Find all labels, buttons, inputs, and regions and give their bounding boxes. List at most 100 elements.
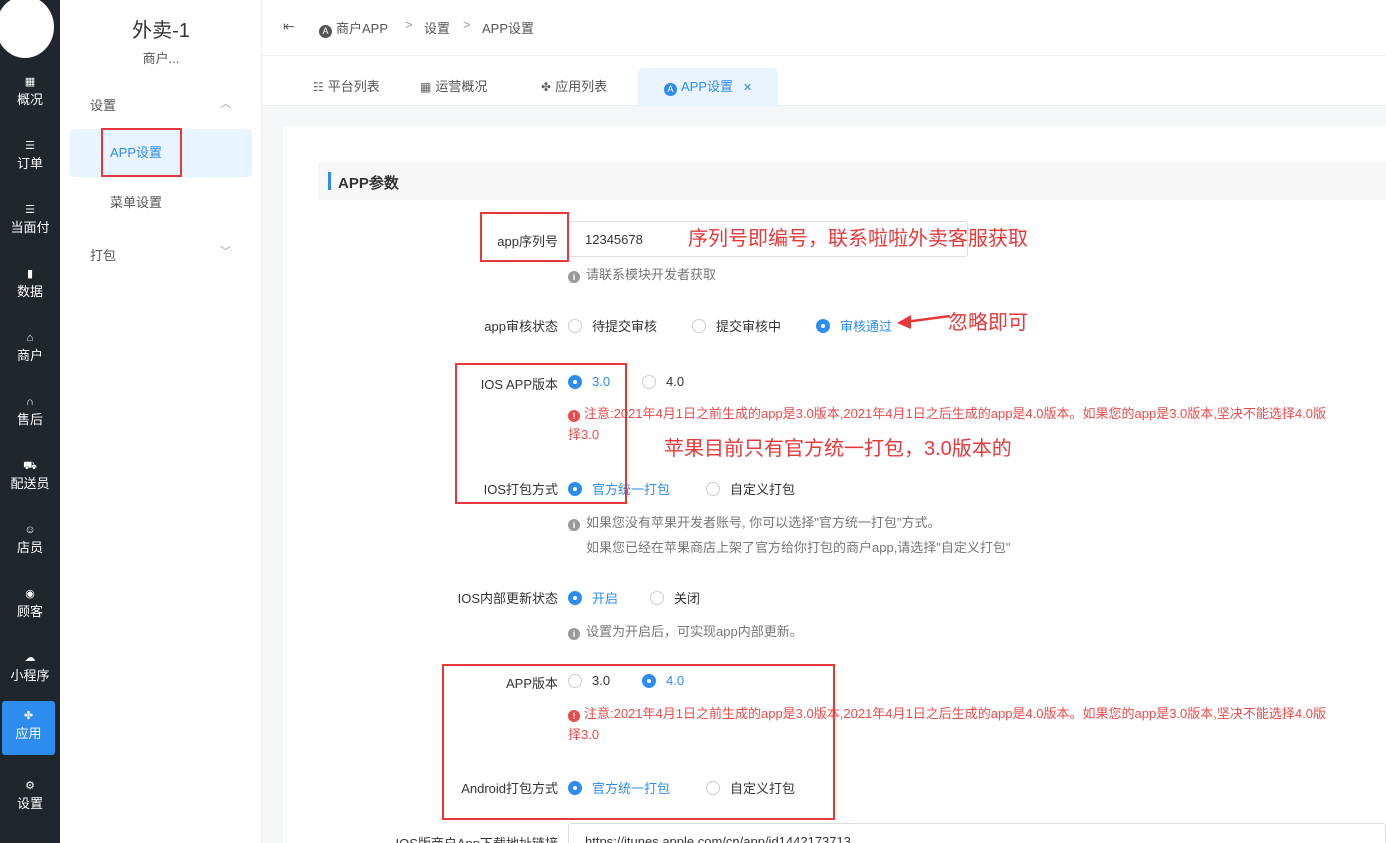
nav-label: 订单 xyxy=(16,156,43,171)
nav-item-settings[interactable]: ⚙ 设置 xyxy=(0,771,60,827)
radio-label: 自定义打包 xyxy=(730,482,796,497)
section-accent-bar xyxy=(328,172,331,190)
radio-dot xyxy=(816,318,830,333)
main-nav: ▦ 概况 ☰ 订单 ☰ 当面付 ▮ 数据 ⌂ 商户 ∩ 售后 ⛟ 配送员 ☺ 店员 ◉ 顾客 ☁ 小… xyxy=(0,0,60,843)
annotation-arrow-icon xyxy=(897,314,951,329)
radio-dot xyxy=(692,318,706,333)
store-icon: ⌂ xyxy=(26,332,34,344)
breadcrumb-level1[interactable]: 设置 xyxy=(424,18,450,37)
review-radio-approved[interactable]: 审核通过 xyxy=(816,316,892,335)
annotation-box-serial xyxy=(480,212,569,262)
tab-app-list[interactable]: ✤ 应用列表 xyxy=(541,68,607,106)
ios-version-radio-4[interactable]: 4.0 xyxy=(642,374,684,389)
tab-label: APP设置 xyxy=(681,79,734,94)
nav-item-data[interactable]: ▮ 数据 xyxy=(0,259,60,315)
breadcrumb-separator: > xyxy=(405,17,413,32)
app-store-icon: A xyxy=(319,25,332,38)
chevron-down-icon[interactable]: ﹀ xyxy=(220,243,231,259)
review-radio-submitted[interactable]: 提交审核中 xyxy=(692,316,781,335)
tab-app-settings[interactable]: A APP设置 ✕ xyxy=(638,68,779,106)
bar-chart-icon: ▮ xyxy=(26,268,34,280)
list-icon: ☷ xyxy=(313,80,324,94)
tab-operations-overview[interactable]: ▦ 运营概况 xyxy=(420,68,487,106)
breadcrumb-root[interactable]: A 商户APP xyxy=(319,18,388,38)
nav-label: 顾客 xyxy=(16,604,43,619)
grid-icon: ▦ xyxy=(420,80,432,94)
avatar[interactable] xyxy=(0,0,54,58)
ios-pack-help-2: 如果您已经在苹果商店上架了官方给你打包的商户app,请选择"自定义打包" xyxy=(586,540,1011,555)
serial-help: i 请联系模块开发者获取 xyxy=(568,264,716,283)
nav-item-apps[interactable]: ✤ 应用 xyxy=(2,701,55,755)
radio-label: 关闭 xyxy=(674,591,701,606)
tab-platform-list[interactable]: ☷ 平台列表 xyxy=(313,68,380,106)
annotation-review-note: 忽略即可 xyxy=(948,312,1028,334)
annotation-box-ios xyxy=(455,363,627,504)
sub-nav-group-package[interactable]: 打包 xyxy=(90,245,116,264)
ios-pack-radio-custom[interactable]: 自定义打包 xyxy=(706,479,795,498)
nav-label: 店员 xyxy=(16,540,43,555)
info-icon: i xyxy=(568,271,580,283)
top-bar: ⇤ A 商户APP > 设置 > APP设置 xyxy=(262,0,1386,56)
apps-icon: ✤ xyxy=(23,710,34,722)
collapse-sidebar-icon[interactable]: ⇤ xyxy=(283,18,295,35)
nav-label: 概况 xyxy=(16,92,43,107)
nav-item-orders[interactable]: ☰ 订单 xyxy=(0,131,60,187)
nav-label: 设置 xyxy=(16,796,43,811)
app-store-icon: A xyxy=(664,83,677,96)
ios-update-help: i 设置为开启后，可实现app内部更新。 xyxy=(568,621,803,640)
radio-label: 开启 xyxy=(592,591,619,606)
ios-download-label: IOS版商户App下载地址链接 xyxy=(358,833,558,843)
ios-pack-help: i 如果您没有苹果开发者账号, 你可以选择"官方统一打包"方式。 xyxy=(568,512,940,531)
annotation-serial-note: 序列号即编号，联系啦啦外卖客服获取 xyxy=(688,228,1028,250)
ios-update-radio-off[interactable]: 关闭 xyxy=(650,588,700,607)
ios-download-input[interactable]: https://itunes.apple.com/cn/app/id144217… xyxy=(568,823,1386,843)
order-list-icon: ☰ xyxy=(25,140,35,152)
nav-item-merchant[interactable]: ⌂ 商户 xyxy=(0,323,60,379)
ios-update-radio-on[interactable]: 开启 xyxy=(568,588,618,607)
nav-item-overview[interactable]: ▦ 概况 xyxy=(0,67,60,123)
ios-download-value: https://itunes.apple.com/cn/app/id144217… xyxy=(585,834,851,843)
dashboard-icon: ▦ xyxy=(24,76,36,88)
serial-help-text: 请联系模块开发者获取 xyxy=(586,267,717,282)
sub-nav-group-settings[interactable]: 设置 xyxy=(90,95,116,114)
nav-item-customer[interactable]: ◉ 顾客 xyxy=(0,579,60,635)
review-radio-pending[interactable]: 待提交审核 xyxy=(568,316,657,335)
section-header: APP参数 xyxy=(318,162,1386,200)
sub-nav: 外卖-1 商户... 设置 ︿ APP设置 菜单设置 打包 ﹀ xyxy=(60,0,262,843)
section-title: APP参数 xyxy=(338,175,399,192)
annotation-box-app-settings xyxy=(101,128,182,177)
breadcrumb-root-label: 商户APP xyxy=(336,21,389,36)
review-label: app审核状态 xyxy=(484,319,558,334)
ios-version-warning: ! 注意:2021年4月1日之前生成的app是3.0版本,2021年4月1日之后生… xyxy=(568,403,1386,425)
chevron-up-icon[interactable]: ︿ xyxy=(220,95,231,111)
help-text: 如果您没有苹果开发者账号, 你可以选择"官方统一打包"方式。 xyxy=(586,515,941,530)
radio-dot xyxy=(706,481,720,496)
nav-label: 当面付 xyxy=(10,220,50,235)
ios-update-label: IOS内部更新状态 xyxy=(457,591,558,606)
nav-item-mini-program[interactable]: ☁ 小程序 xyxy=(0,643,60,699)
info-icon: i xyxy=(568,519,580,531)
nav-item-face-pay[interactable]: ☰ 当面付 xyxy=(0,195,60,251)
nav-label: 小程序 xyxy=(10,668,50,683)
radio-label: 提交审核中 xyxy=(716,319,782,334)
apps-icon: ✤ xyxy=(541,80,552,94)
nav-label: 应用 xyxy=(15,726,42,741)
nav-label: 数据 xyxy=(16,284,43,299)
nav-label: 售后 xyxy=(16,412,43,427)
nav-item-after-sales[interactable]: ∩ 售后 xyxy=(0,387,60,443)
shop-subtitle: 商户... xyxy=(142,51,180,66)
tab-bar: ☷ 平台列表 ▦ 运营概况 ✤ 应用列表 A APP设置 ✕ xyxy=(262,56,1386,106)
radio-dot xyxy=(642,374,656,389)
radio-label: 4.0 xyxy=(666,374,685,389)
face-pay-icon: ☰ xyxy=(25,204,35,216)
close-icon[interactable]: ✕ xyxy=(743,82,752,94)
sub-nav-item-menu-settings[interactable]: 菜单设置 xyxy=(70,179,252,227)
nav-item-staff[interactable]: ☺ 店员 xyxy=(0,515,60,571)
nav-item-delivery[interactable]: ⛟ 配送员 xyxy=(0,451,60,507)
radio-dot xyxy=(568,318,582,333)
tab-label: 平台列表 xyxy=(327,79,380,94)
wechat-icon: ☁ xyxy=(24,652,36,664)
tab-label: 应用列表 xyxy=(555,79,608,94)
serial-input-value: 12345678 xyxy=(585,232,643,247)
radio-label: 待提交审核 xyxy=(592,319,658,334)
